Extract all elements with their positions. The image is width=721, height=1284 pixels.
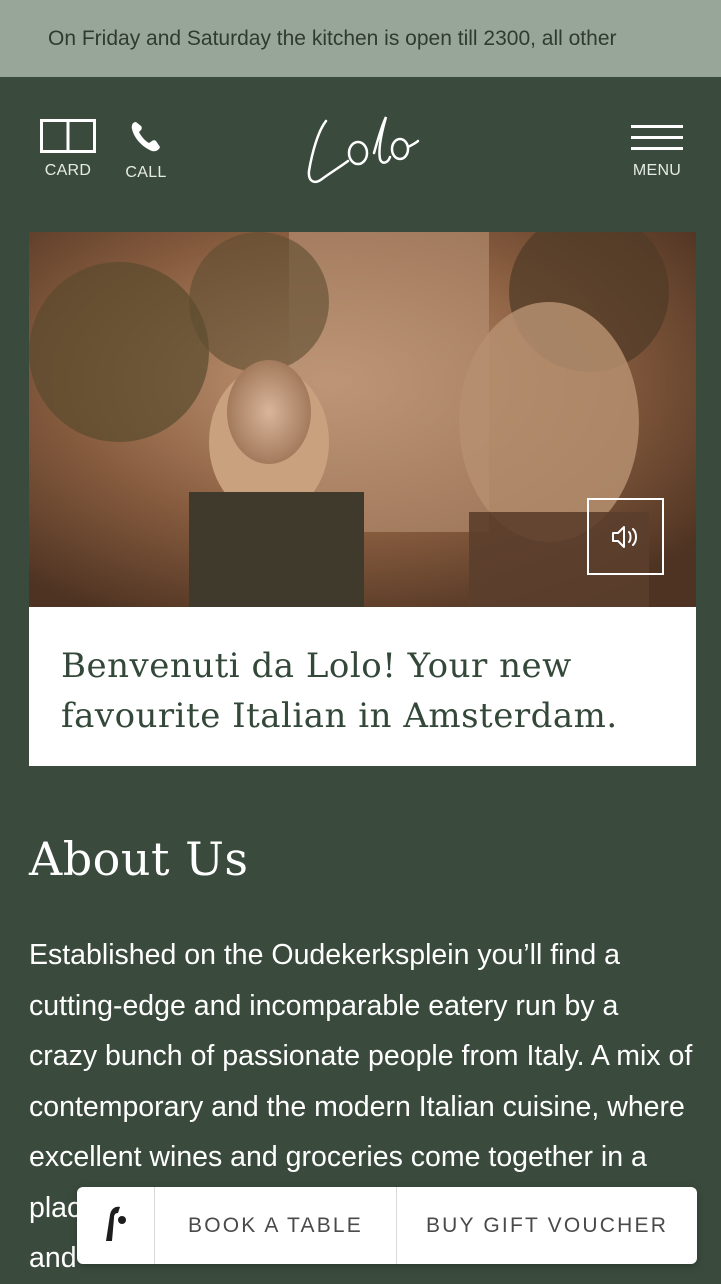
buy-gift-voucher-label: BUY GIFT VOUCHER bbox=[425, 1213, 669, 1237]
phone-icon bbox=[128, 119, 164, 160]
site-header: CARD CALL MENU bbox=[0, 77, 721, 232]
booking-bar: BOOK A TABLE BUY GIFT VOUCHER bbox=[77, 1187, 697, 1264]
card-label: CARD bbox=[44, 162, 92, 179]
buy-gift-voucher-button[interactable]: BUY GIFT VOUCHER bbox=[397, 1187, 697, 1264]
lolo-logo[interactable] bbox=[300, 109, 425, 189]
hero-video[interactable] bbox=[29, 232, 696, 607]
menu-label: MENU bbox=[632, 162, 682, 179]
menu-button[interactable]: MENU bbox=[628, 123, 686, 180]
call-button[interactable]: CALL bbox=[122, 119, 170, 182]
announcement-text: On Friday and Saturday the kitchen is op… bbox=[48, 27, 617, 50]
speaker-icon bbox=[611, 524, 641, 550]
book-table-label: BOOK A TABLE bbox=[187, 1213, 364, 1237]
sound-toggle-button[interactable] bbox=[587, 498, 664, 575]
hamburger-menu-icon bbox=[631, 123, 683, 158]
formitable-logo[interactable] bbox=[77, 1187, 155, 1264]
welcome-heading: Benvenuti da Lolo! Your new favourite It… bbox=[61, 646, 618, 736]
book-table-button[interactable]: BOOK A TABLE bbox=[155, 1187, 397, 1264]
announcement-bar: On Friday and Saturday the kitchen is op… bbox=[0, 0, 721, 77]
card-button[interactable]: CARD bbox=[40, 119, 96, 180]
about-title: About Us bbox=[29, 832, 249, 886]
welcome-card: Benvenuti da Lolo! Your new favourite It… bbox=[29, 607, 696, 766]
call-label: CALL bbox=[125, 164, 167, 181]
card-icon bbox=[40, 119, 96, 158]
formitable-logo-icon bbox=[102, 1203, 130, 1248]
